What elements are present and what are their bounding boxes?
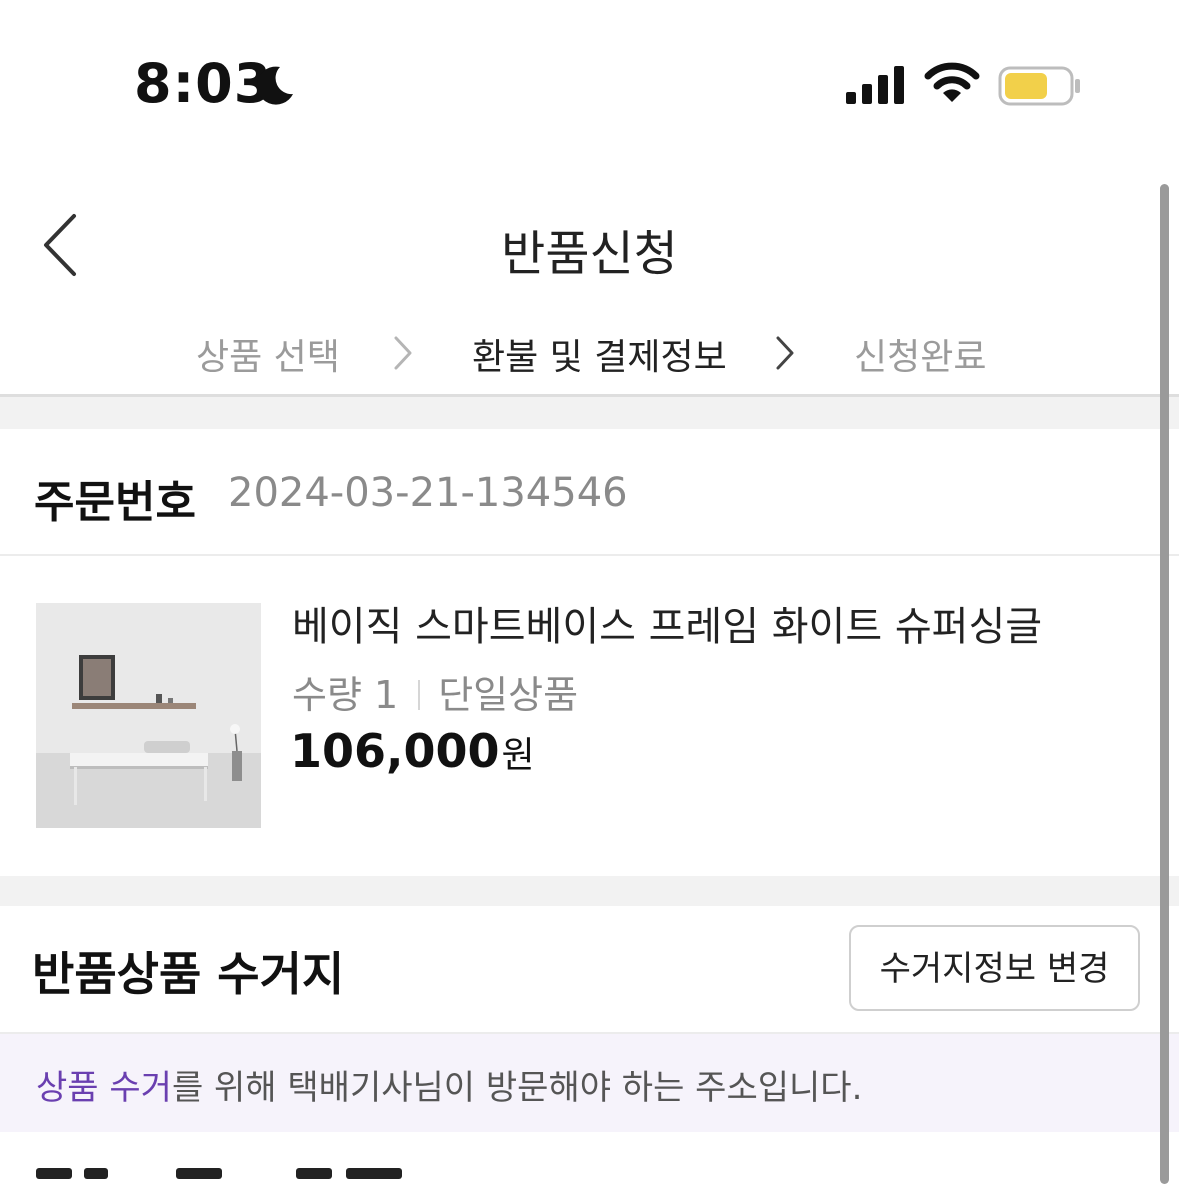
order-number-value: 2024-03-21-134546 xyxy=(228,470,628,516)
pickup-info-text: 상품 수거를 위해 택배기사님이 방문해야 하는 주소입니다. xyxy=(36,1060,862,1109)
status-bar: 8:03 xyxy=(0,0,1179,170)
divider xyxy=(0,554,1179,556)
chevron-right-icon xyxy=(776,336,794,370)
product-meta: 수량 1 단일상품 xyxy=(292,664,578,719)
step-refund-payment: 환불 및 결제정보 xyxy=(472,337,727,378)
product-name: 베이직 스마트베이스 프레임 화이트 슈퍼싱글 xyxy=(292,604,1043,650)
pickup-info-highlight: 상품 수거 xyxy=(36,1068,172,1108)
pickup-section-title: 반품상품 수거지 xyxy=(32,947,345,1001)
step-complete: 신청완료 xyxy=(854,337,987,378)
product-quantity: 수량 1 xyxy=(292,673,399,717)
status-time: 8:03 xyxy=(134,52,273,115)
price-amount: 106,000 xyxy=(290,724,500,778)
product-price: 106,000원 xyxy=(290,724,535,778)
battery-icon xyxy=(998,66,1080,106)
section-gap xyxy=(0,876,1179,906)
scrollbar[interactable] xyxy=(1160,184,1169,1184)
product-image xyxy=(36,603,261,828)
cutoff-text-row xyxy=(36,1168,416,1188)
change-pickup-button[interactable]: 수거지정보 변경 xyxy=(849,925,1140,1011)
chevron-right-icon xyxy=(394,336,412,370)
order-number-label: 주문번호 xyxy=(34,477,196,528)
meta-divider xyxy=(418,680,421,710)
section-gap xyxy=(0,397,1179,429)
product-option: 단일상품 xyxy=(438,673,579,717)
moon-icon xyxy=(256,66,293,105)
pickup-info-rest: 를 위해 택배기사님이 방문해야 하는 주소입니다. xyxy=(171,1068,863,1108)
page-title: 반품신청 xyxy=(501,226,678,282)
cellular-signal-icon xyxy=(846,66,904,104)
step-product-select: 상품 선택 xyxy=(196,337,340,378)
price-currency: 원 xyxy=(501,735,535,776)
progress-steps: 상품 선택 환불 및 결제정보 신청완료 xyxy=(0,320,1179,396)
wifi-icon xyxy=(924,62,980,102)
